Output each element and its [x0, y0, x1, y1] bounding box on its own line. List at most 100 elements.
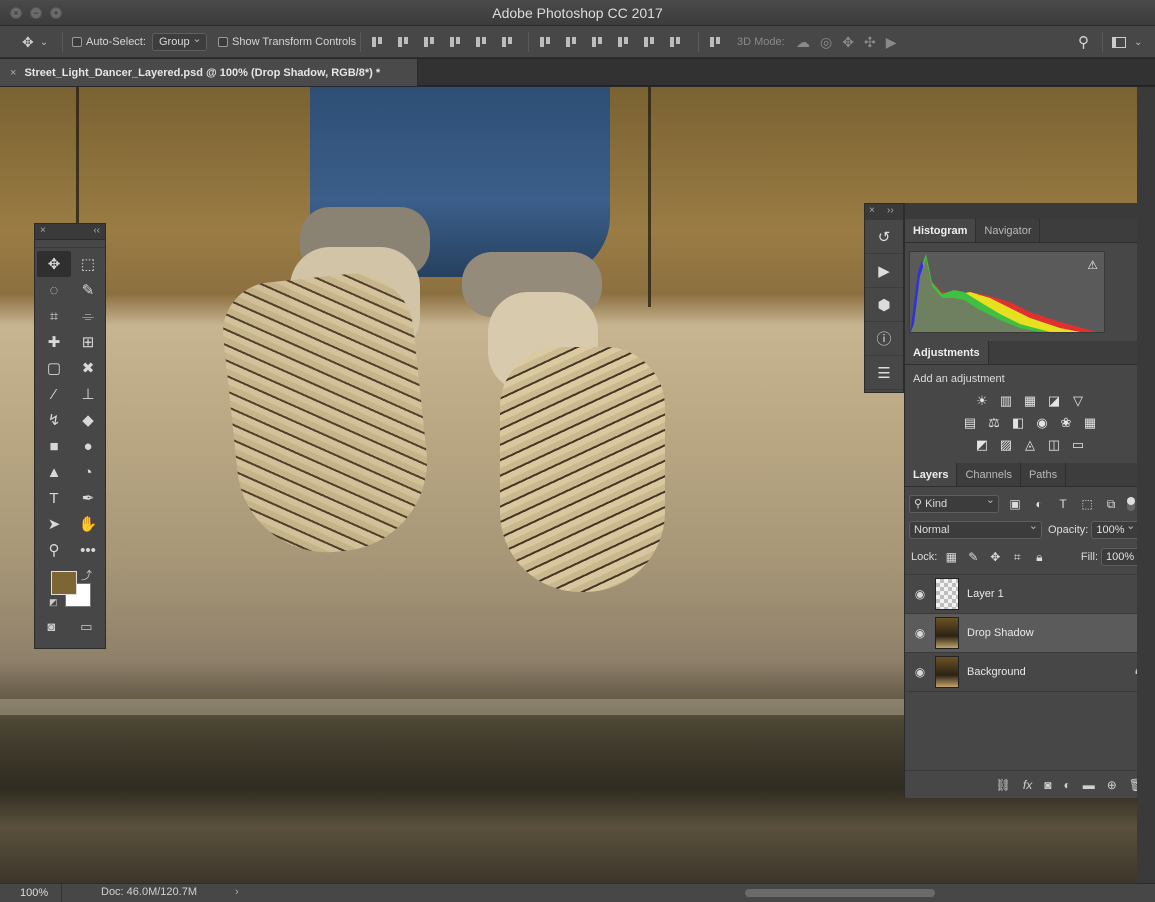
- screen-mode-icon[interactable]: ▭: [80, 619, 92, 635]
- adjustment-2-0-icon[interactable]: ◩: [974, 437, 990, 453]
- lock-all-icon[interactable]: 🔒︎: [1028, 550, 1050, 565]
- status-menu-icon[interactable]: ›: [235, 886, 239, 898]
- align-vcenter-icon[interactable]: [396, 35, 410, 49]
- crop-tool-icon[interactable]: ⌗: [37, 303, 71, 329]
- gradient-tool-icon[interactable]: ■: [37, 433, 71, 459]
- distribute-vcenter-icon[interactable]: [564, 35, 578, 49]
- sharpen-tool-icon[interactable]: ▲: [37, 459, 71, 485]
- type-tool-icon[interactable]: T: [37, 485, 71, 511]
- content-aware-move-icon[interactable]: ✖: [71, 355, 105, 381]
- close-tab-icon[interactable]: ×: [10, 67, 16, 79]
- new-adjustment-icon[interactable]: ◐: [1063, 778, 1070, 792]
- properties-panel-icon[interactable]: ☰: [865, 356, 903, 390]
- adjustment-0-2-icon[interactable]: ▦: [1022, 393, 1038, 409]
- layer-row[interactable]: ◉Background🔒︎: [905, 653, 1155, 692]
- layer-thumbnail[interactable]: [935, 656, 959, 688]
- layer-name[interactable]: Drop Shadow: [967, 627, 1034, 639]
- history-panel-icon[interactable]: ↺: [865, 220, 903, 254]
- dodge-tool-icon[interactable]: ◔: [71, 459, 105, 485]
- swap-colors-icon[interactable]: ⤴: [81, 567, 92, 583]
- opacity-field[interactable]: 100%: [1091, 518, 1140, 539]
- lock-position-icon[interactable]: ✥: [984, 550, 1006, 564]
- adjustment-2-1-icon[interactable]: ▨: [998, 437, 1014, 453]
- icon-dock-header[interactable]: × ››: [865, 204, 903, 220]
- align-top-icon[interactable]: [370, 35, 384, 49]
- adjustment-2-3-icon[interactable]: ◫: [1046, 437, 1062, 453]
- distribute-right-icon[interactable]: [668, 35, 682, 49]
- filter-adjustment-icon[interactable]: ◐: [1031, 497, 1047, 511]
- tab-channels[interactable]: Channels: [957, 463, 1021, 486]
- eyedropper-tool-icon[interactable]: ⌯: [71, 303, 105, 329]
- horizontal-scrollbar-thumb[interactable]: [745, 889, 935, 897]
- adjustment-0-3-icon[interactable]: ◪: [1046, 393, 1062, 409]
- 3d-drag-icon[interactable]: ✥: [842, 34, 864, 51]
- auto-select-toggle[interactable]: Auto-Select:: [72, 26, 146, 58]
- link-layers-icon[interactable]: ⛓: [996, 778, 1011, 792]
- quick-mask-icon[interactable]: ◙: [47, 619, 55, 635]
- hand-tool-icon[interactable]: ✋: [71, 511, 105, 537]
- tab-navigator[interactable]: Navigator: [976, 219, 1041, 242]
- adjustment-1-2-icon[interactable]: ◧: [1010, 415, 1026, 431]
- patch-tool-icon[interactable]: ⊞: [71, 329, 105, 355]
- layer-name[interactable]: Background: [967, 666, 1026, 678]
- adjustment-0-4-icon[interactable]: ▽: [1070, 393, 1086, 409]
- tab-adjustments[interactable]: Adjustments: [905, 341, 989, 364]
- brush-tool-icon[interactable]: ⁄: [37, 381, 71, 407]
- lock-artboard-icon[interactable]: ⌗: [1006, 550, 1028, 565]
- show-transform-toggle[interactable]: Show Transform Controls: [218, 26, 356, 58]
- close-panel-icon[interactable]: ×: [40, 225, 46, 236]
- blend-mode-dropdown[interactable]: Normal: [909, 518, 1042, 539]
- more-tools-icon[interactable]: •••: [71, 537, 105, 563]
- fx-icon[interactable]: fx: [1023, 778, 1032, 792]
- filter-shape-icon[interactable]: ⬚: [1079, 497, 1095, 511]
- adjustment-0-1-icon[interactable]: ▥: [998, 393, 1014, 409]
- workspace-switcher[interactable]: ⌄: [1112, 26, 1142, 58]
- filter-type-icon[interactable]: T: [1055, 497, 1071, 511]
- align-right-icon[interactable]: [500, 35, 514, 49]
- info-panel-icon[interactable]: ⓘ: [865, 322, 903, 356]
- auto-select-checkbox[interactable]: [72, 37, 82, 47]
- healing-brush-icon[interactable]: ✚: [37, 329, 71, 355]
- move-tool-preset[interactable]: ✥ ⌄: [22, 26, 48, 58]
- align-bottom-icon[interactable]: [422, 35, 436, 49]
- lock-image-icon[interactable]: ✎: [962, 550, 984, 564]
- distribute-bottom-icon[interactable]: [590, 35, 604, 49]
- auto-align-icon[interactable]: [708, 35, 722, 49]
- blur-tool-icon[interactable]: ●: [71, 433, 105, 459]
- filter-toggle[interactable]: [1127, 497, 1135, 511]
- layer-thumbnail[interactable]: [935, 617, 959, 649]
- quick-select-tool-icon[interactable]: ✎: [71, 277, 105, 303]
- document-tab[interactable]: × Street_Light_Dancer_Layered.psd @ 100%…: [0, 59, 418, 86]
- tools-panel-header[interactable]: × ‹‹: [35, 224, 105, 240]
- 3d-orbit-icon[interactable]: ☁: [796, 34, 820, 51]
- visibility-eye-icon[interactable]: ◉: [905, 587, 935, 601]
- search-icon[interactable]: ⚲: [1078, 26, 1089, 58]
- layer-name[interactable]: Layer 1: [967, 588, 1004, 600]
- align-hcenter-icon[interactable]: [474, 35, 488, 49]
- move-tool-icon[interactable]: ✥: [37, 251, 71, 277]
- default-colors-icon[interactable]: ◩: [49, 597, 58, 608]
- adjustment-2-2-icon[interactable]: ◬: [1022, 437, 1038, 453]
- layer-thumbnail[interactable]: [935, 578, 959, 610]
- distribute-hcenter-icon[interactable]: [642, 35, 656, 49]
- 3d-panel-icon[interactable]: ⬢: [865, 288, 903, 322]
- zoom-tool-icon[interactable]: ⚲: [37, 537, 71, 563]
- adjustment-1-3-icon[interactable]: ◉: [1034, 415, 1050, 431]
- eraser-tool-icon[interactable]: ◆: [71, 407, 105, 433]
- filter-kind-dropdown[interactable]: ⚲ Kind: [909, 492, 999, 513]
- actions-panel-icon[interactable]: ▶: [865, 254, 903, 288]
- path-select-tool-icon[interactable]: ➤: [37, 511, 71, 537]
- filter-pixel-icon[interactable]: ▣: [1007, 497, 1023, 511]
- 3d-slide-icon[interactable]: ✣: [864, 34, 886, 51]
- 3d-roll-icon[interactable]: ◎: [820, 34, 842, 51]
- adjustment-1-0-icon[interactable]: ▤: [962, 415, 978, 431]
- align-left-icon[interactable]: [448, 35, 462, 49]
- adjustment-0-0-icon[interactable]: ☀: [974, 393, 990, 409]
- distribute-left-icon[interactable]: [616, 35, 630, 49]
- pen-tool-icon[interactable]: ✒: [71, 485, 105, 511]
- lasso-tool-icon[interactable]: ◌: [37, 277, 71, 303]
- add-mask-icon[interactable]: ◙: [1044, 778, 1051, 792]
- vertical-scrollbar[interactable]: [1137, 87, 1155, 883]
- adjustment-1-4-icon[interactable]: ❀: [1058, 415, 1074, 431]
- marquee-tool-icon[interactable]: ⬚: [71, 251, 105, 277]
